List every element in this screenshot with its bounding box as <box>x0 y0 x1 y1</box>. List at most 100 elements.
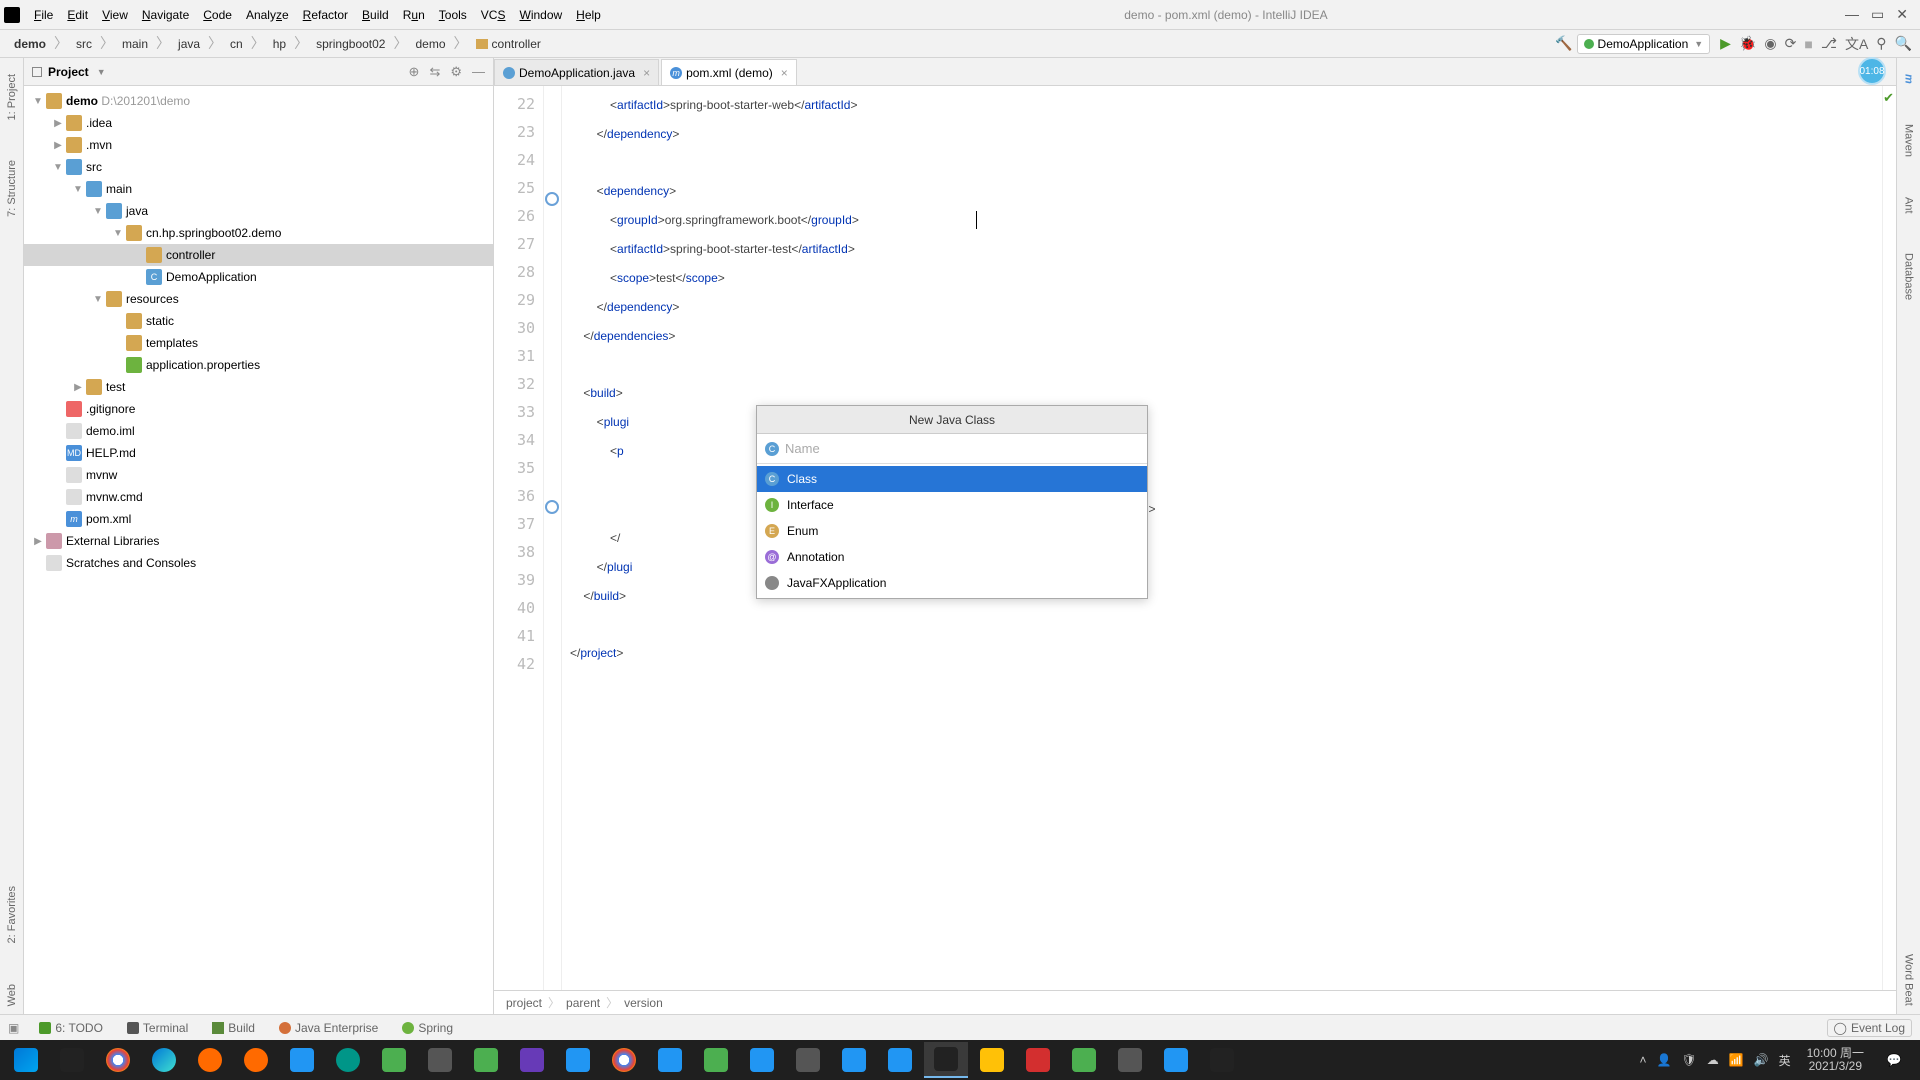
taskbar-item[interactable] <box>556 1042 600 1078</box>
menu-view[interactable]: View <box>96 4 134 26</box>
taskbar-item[interactable] <box>878 1042 922 1078</box>
tool-tab-maven-icon[interactable]: m <box>1901 66 1917 92</box>
tray-icon[interactable]: 🛡 <box>1681 1053 1696 1067</box>
editor-minimap[interactable]: ✔ <box>1882 86 1896 990</box>
hide-icon[interactable]: — <box>472 64 485 79</box>
tool-tab-favorites[interactable]: 2: Favorites <box>4 878 20 951</box>
tree-item[interactable]: MDHELP.md <box>24 442 493 464</box>
taskbar-item[interactable] <box>970 1042 1014 1078</box>
tray-icon[interactable]: ☁ <box>1707 1053 1719 1067</box>
taskbar-item[interactable] <box>326 1042 370 1078</box>
tree-item[interactable]: ▼cn.hp.springboot02.demo <box>24 222 493 244</box>
menu-run[interactable]: Run <box>397 4 431 26</box>
taskbar-clock[interactable]: 10:00 周一 2021/3/29 <box>1801 1047 1870 1073</box>
run-config-selector[interactable]: DemoApplication ▼ <box>1577 34 1711 54</box>
taskbar-item[interactable] <box>786 1042 830 1078</box>
tree-item[interactable]: static <box>24 310 493 332</box>
taskbar-item[interactable] <box>832 1042 876 1078</box>
close-tab-icon[interactable]: × <box>643 66 650 80</box>
close-tab-icon[interactable]: × <box>781 66 788 80</box>
taskbar-item[interactable] <box>464 1042 508 1078</box>
breadcrumb-item[interactable]: hp <box>267 35 292 53</box>
tree-item[interactable]: mpom.xml <box>24 508 493 530</box>
start-button[interactable] <box>4 1042 48 1078</box>
menu-vcs[interactable]: VCS <box>475 4 512 26</box>
breadcrumb-item[interactable]: demo <box>8 35 52 53</box>
minimize-icon[interactable]: — <box>1845 6 1859 23</box>
tree-item[interactable]: CDemoApplication <box>24 266 493 288</box>
menu-refactor[interactable]: Refactor <box>297 4 354 26</box>
tool-tab-spring[interactable]: Spring <box>398 1019 457 1037</box>
coverage-icon[interactable]: ◉ <box>1764 35 1776 52</box>
popup-item-javafx[interactable]: JavaFXApplication <box>757 570 1147 596</box>
tree-item[interactable]: ▶.idea <box>24 112 493 134</box>
tool-window-icon[interactable]: ▣ <box>8 1021 19 1035</box>
tool-tab-terminal[interactable]: Terminal <box>123 1019 192 1037</box>
close-icon[interactable]: ✕ <box>1896 6 1908 23</box>
popup-item-class[interactable]: CClass <box>757 466 1147 492</box>
tool-tab-build[interactable]: Build <box>208 1019 259 1037</box>
taskbar-item[interactable] <box>1200 1042 1244 1078</box>
maximize-icon[interactable]: ▭ <box>1871 6 1884 23</box>
menu-analyze[interactable]: Analyze <box>240 4 295 26</box>
tree-item[interactable]: ▶.mvn <box>24 134 493 156</box>
taskbar-item[interactable] <box>1062 1042 1106 1078</box>
tree-item[interactable]: ▼resources <box>24 288 493 310</box>
class-name-input[interactable] <box>785 441 1139 456</box>
taskbar-item-intellij[interactable] <box>924 1042 968 1078</box>
popup-item-interface[interactable]: IInterface <box>757 492 1147 518</box>
editor-tab[interactable]: m pom.xml (demo) × <box>661 59 797 85</box>
menu-edit[interactable]: Edit <box>61 4 94 26</box>
tree-item[interactable]: ▶External Libraries <box>24 530 493 552</box>
tool-tab-structure[interactable]: 7: Structure <box>4 152 20 225</box>
debug-icon[interactable]: 🐞 <box>1739 35 1756 52</box>
taskbar-item[interactable] <box>648 1042 692 1078</box>
taskbar-item[interactable] <box>418 1042 462 1078</box>
breadcrumb-item[interactable]: demo <box>409 35 451 53</box>
chevron-down-icon[interactable]: ▼ <box>97 67 106 77</box>
tree-item[interactable]: application.properties <box>24 354 493 376</box>
menu-tools[interactable]: Tools <box>433 4 473 26</box>
event-log-button[interactable]: ◯Event Log <box>1827 1019 1912 1037</box>
menu-code[interactable]: Code <box>197 4 238 26</box>
tree-item[interactable]: ▼main <box>24 178 493 200</box>
taskbar-item[interactable] <box>510 1042 554 1078</box>
taskbar-item[interactable] <box>96 1042 140 1078</box>
notification-center[interactable]: 💬 <box>1872 1042 1916 1078</box>
tree-item[interactable]: ▶test <box>24 376 493 398</box>
breadcrumb-item[interactable]: controller <box>470 35 547 53</box>
tool-tab-java-ee[interactable]: Java Enterprise <box>275 1019 382 1037</box>
tray-icon[interactable]: 📶 <box>1729 1053 1744 1067</box>
tray-people-icon[interactable]: 👤 <box>1657 1053 1672 1067</box>
popup-item-enum[interactable]: EEnum <box>757 518 1147 544</box>
popup-item-annotation[interactable]: @Annotation <box>757 544 1147 570</box>
popup-name-field[interactable]: C <box>757 434 1147 464</box>
tray-lang[interactable]: 英 <box>1779 1052 1791 1069</box>
tree-item[interactable]: ▼java <box>24 200 493 222</box>
locate-icon[interactable]: ⊕ <box>409 64 420 80</box>
tool-tab-project[interactable]: 1: Project <box>4 66 20 128</box>
translate-icon[interactable]: 文A <box>1845 34 1868 54</box>
editor-breadcrumb-item[interactable]: version <box>624 996 663 1010</box>
taskbar-item[interactable] <box>188 1042 232 1078</box>
breadcrumb-item[interactable]: src <box>70 35 98 53</box>
tool-tab-ant[interactable]: Ant <box>1901 189 1917 222</box>
stop-icon[interactable]: ■ <box>1804 36 1812 52</box>
breadcrumb-item[interactable]: java <box>172 35 206 53</box>
tool-tab-todo[interactable]: 6: TODO <box>35 1019 107 1037</box>
tree-item[interactable]: ▼src <box>24 156 493 178</box>
taskbar-item[interactable] <box>1108 1042 1152 1078</box>
override-gutter-icon[interactable] <box>545 500 559 514</box>
search-icon[interactable]: ⚲ <box>1876 35 1886 52</box>
build-icon[interactable]: 🔨 <box>1555 35 1572 52</box>
editor-body[interactable]: 2223242526272829303132333435363738394041… <box>494 86 1896 990</box>
taskbar-item[interactable] <box>142 1042 186 1078</box>
profiler-icon[interactable]: ⟳ <box>1785 35 1797 52</box>
tree-item[interactable]: templates <box>24 332 493 354</box>
editor-breadcrumb-item[interactable]: project <box>506 996 542 1010</box>
menu-help[interactable]: Help <box>570 4 607 26</box>
tool-tab-wordbeat[interactable]: Word Beat <box>1901 946 1917 1014</box>
inspection-ok-icon[interactable]: ✔ <box>1883 90 1894 106</box>
taskbar-item[interactable] <box>1016 1042 1060 1078</box>
menu-file[interactable]: File <box>28 4 59 26</box>
